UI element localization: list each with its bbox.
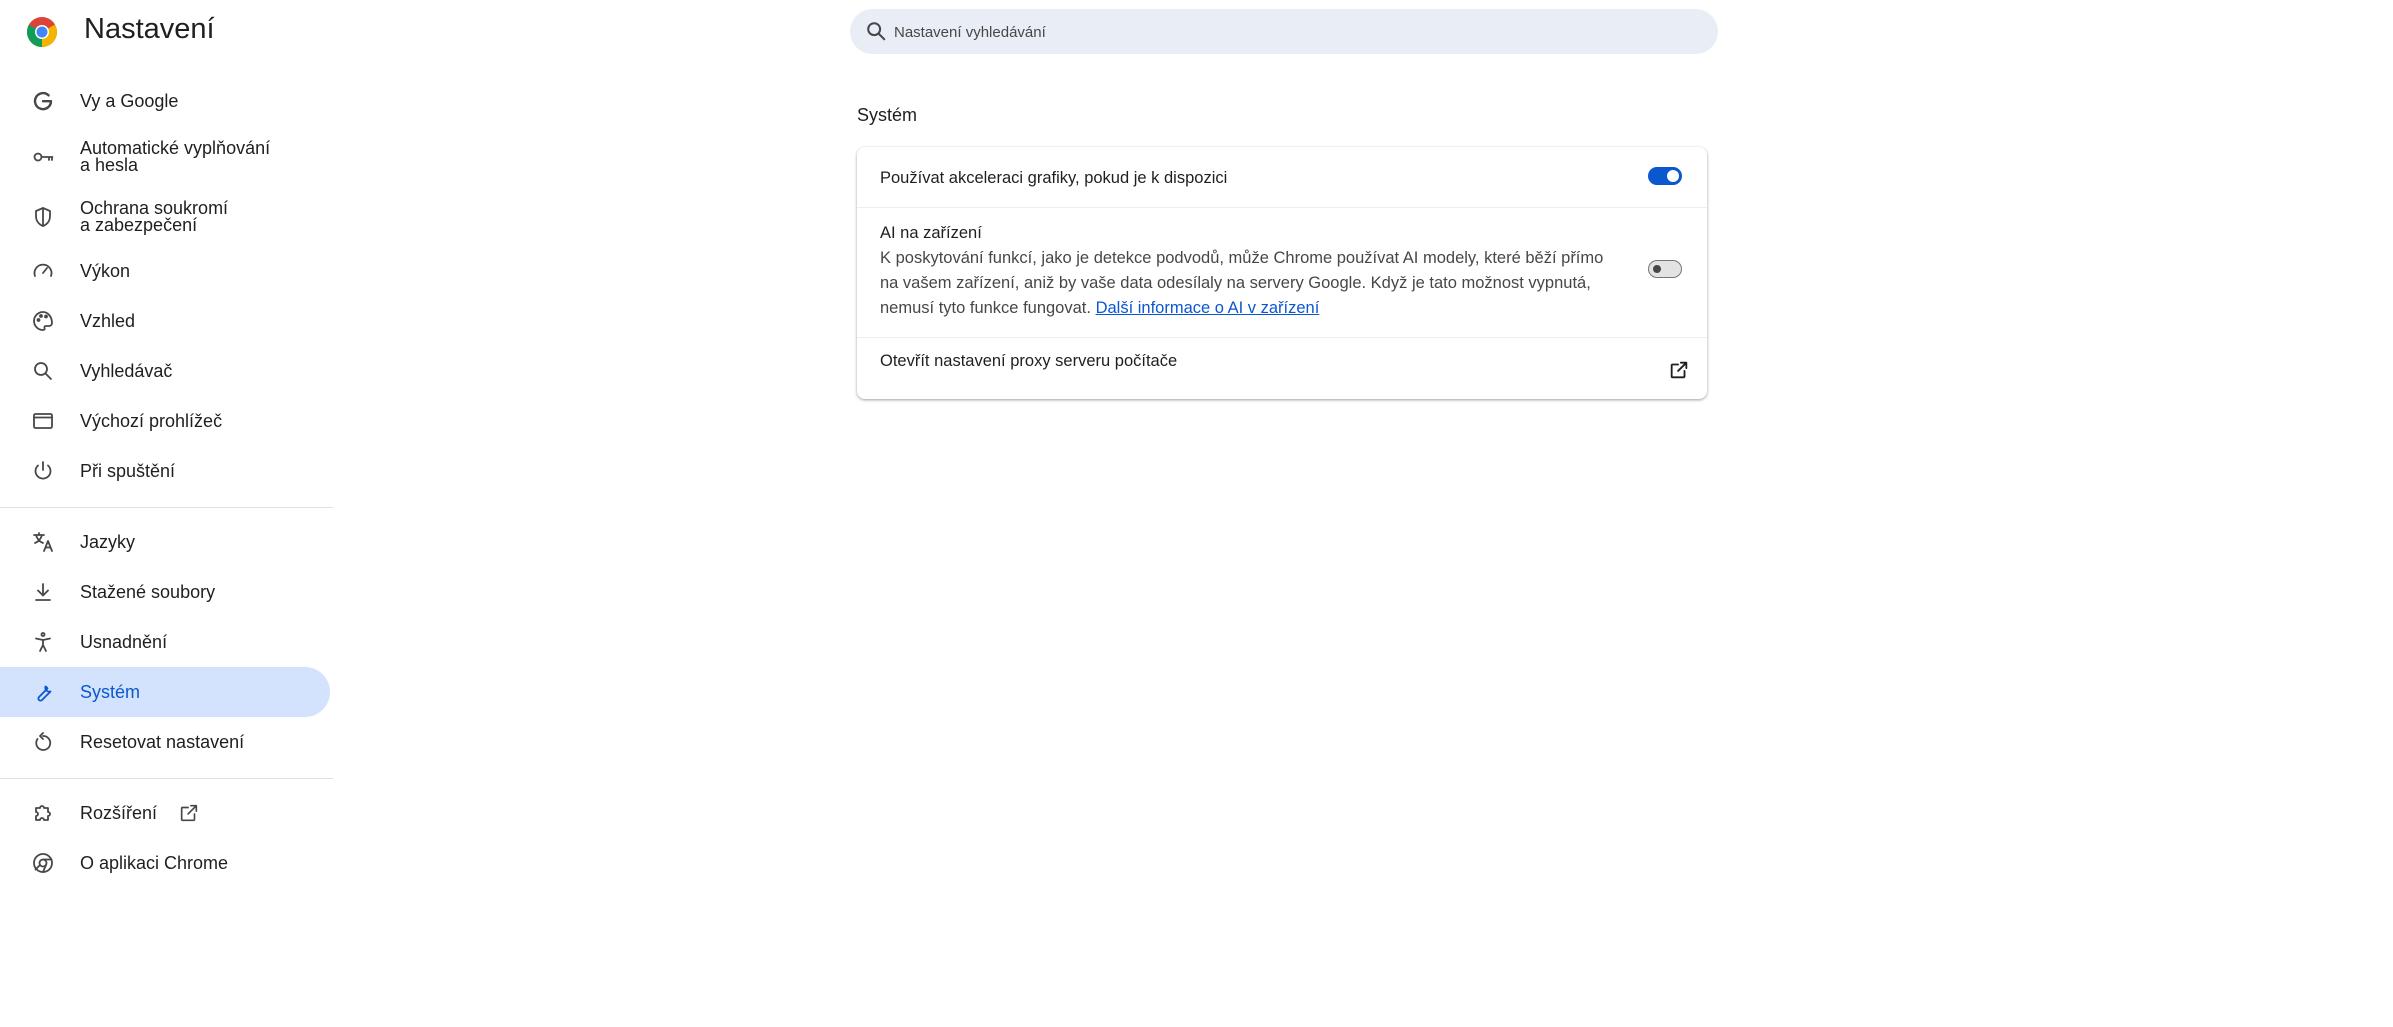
section-title: Systém: [857, 105, 918, 125]
sidebar-item-label: Výkon: [80, 260, 131, 281]
sidebar-item-autofill[interactable]: Automatické vyplňování a hesla: [0, 132, 330, 182]
sidebar-item-you-and-google[interactable]: Vy a Google: [0, 76, 330, 126]
proxy-settings-row[interactable]: Otevřít nastavení proxy serveru počítače: [857, 338, 1707, 399]
open-in-new-icon: [178, 802, 200, 824]
sidebar-item-default-browser[interactable]: Výchozí prohlížeč: [0, 396, 330, 446]
sidebar-item-on-startup[interactable]: Při spuštění: [0, 446, 330, 496]
sidebar-item-label: O aplikaci Chrome: [80, 852, 229, 873]
sidebar-item-label: Při spuštění: [80, 460, 176, 481]
system-settings-card: Používat akceleraci grafiky, pokud je k …: [857, 147, 1707, 399]
browser-window-icon: [31, 409, 55, 433]
power-icon: [31, 459, 55, 483]
on-device-ai-row: AI na zařízení K poskytování funkcí, jak…: [857, 208, 1707, 335]
toggle-knob: [1653, 265, 1661, 273]
sidebar-item-label: Jazyky: [80, 531, 136, 552]
sidebar-item-label: Usnadnění: [80, 631, 168, 652]
graphics-acceleration-toggle[interactable]: [1648, 167, 1682, 185]
sidebar-item-label: Rozšíření: [80, 802, 158, 823]
sidebar-divider: [0, 778, 333, 779]
sidebar-item-label: Vyhledávač: [80, 360, 173, 381]
search-bar[interactable]: [850, 9, 1718, 56]
sidebar-item-privacy[interactable]: Ochrana soukromí a zabezpečení: [0, 192, 330, 242]
sidebar-item-reset-settings[interactable]: Resetovat nastavení: [0, 717, 330, 767]
toggle-knob: [1667, 170, 1679, 182]
sidebar-item-downloads[interactable]: Stažené soubory: [0, 567, 330, 617]
shield-icon: [31, 205, 55, 229]
accessibility-icon: [31, 630, 55, 654]
sidebar-item-label: Vzhled: [80, 310, 136, 331]
sidebar-item-label: Ochrana soukromí a zabezpečení: [80, 198, 229, 235]
speedometer-icon: [31, 259, 55, 283]
row-label: AI na zařízení: [880, 224, 982, 242]
learn-more-link[interactable]: Další informace o AI v zařízení: [1096, 299, 1320, 317]
sidebar-item-label: Automatické vyplňování a hesla: [80, 138, 271, 175]
sidebar-item-accessibility[interactable]: Usnadnění: [0, 617, 330, 667]
sidebar-item-label: Resetovat nastavení: [80, 731, 245, 752]
sidebar-item-system[interactable]: Systém: [0, 667, 330, 717]
sidebar-item-extensions[interactable]: Rozšíření: [0, 788, 330, 838]
sidebar-item-search-engine[interactable]: Vyhledávač: [0, 346, 330, 396]
google-g-icon: [31, 89, 55, 113]
graphics-acceleration-row[interactable]: Používat akceleraci grafiky, pokud je k …: [857, 147, 1707, 207]
open-in-new-icon[interactable]: [1668, 359, 1690, 381]
row-label: Otevřít nastavení proxy serveru počítače: [880, 352, 1178, 370]
key-icon: [31, 145, 55, 169]
search-icon: [31, 359, 55, 383]
sidebar-item-label: Stažené soubory: [80, 581, 216, 602]
sidebar-item-about-chrome[interactable]: O aplikaci Chrome: [0, 838, 330, 888]
wrench-icon: [31, 680, 55, 704]
sidebar-item-label: Výchozí prohlížeč: [80, 410, 223, 431]
sidebar-item-label: Vy a Google: [80, 90, 179, 111]
sidebar-item-performance[interactable]: Výkon: [0, 246, 330, 296]
sidebar-divider: [0, 507, 333, 508]
palette-icon: [31, 309, 55, 333]
reset-icon: [31, 730, 55, 754]
row-description: K poskytování funkcí, jako je detekce po…: [880, 246, 1620, 321]
on-device-ai-toggle[interactable]: [1648, 260, 1682, 278]
sidebar-item-languages[interactable]: Jazyky: [0, 517, 330, 567]
translate-icon: [31, 530, 55, 554]
row-label: Používat akceleraci grafiky, pokud je k …: [880, 169, 1228, 187]
sidebar-item-appearance[interactable]: Vzhled: [0, 296, 330, 346]
search-icon: [865, 20, 887, 42]
sidebar-item-label: Systém: [80, 681, 141, 702]
sidebar: Vy a Google Automatické vyplňování a hes…: [0, 0, 333, 1027]
puzzle-icon: [31, 801, 55, 825]
search-input[interactable]: [892, 9, 1696, 56]
chrome-icon: [31, 851, 55, 875]
download-icon: [31, 580, 55, 604]
